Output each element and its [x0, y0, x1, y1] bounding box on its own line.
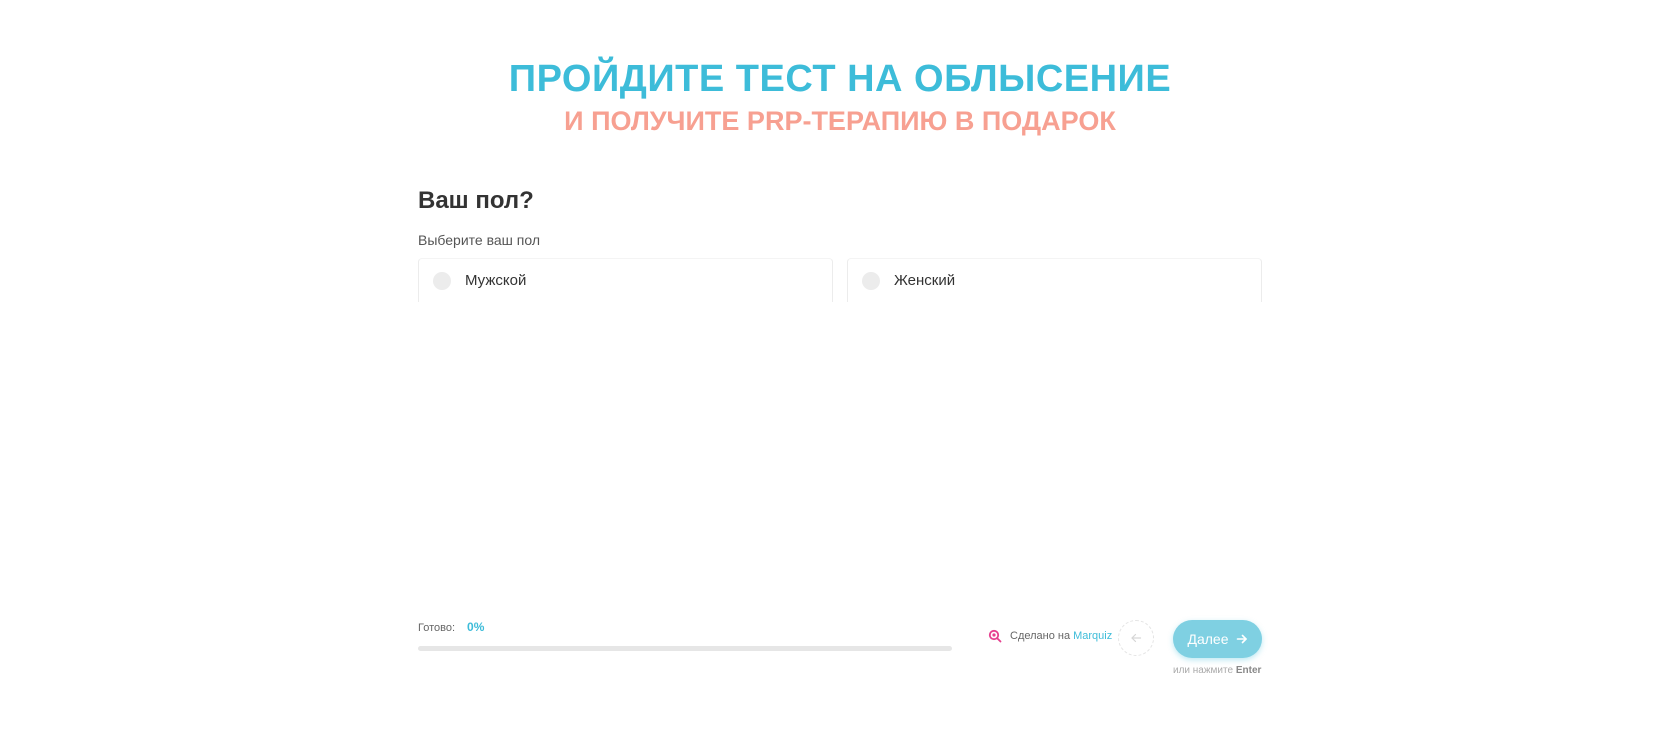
enter-hint-key: Enter: [1235, 665, 1262, 676]
option-label: Женский: [894, 272, 956, 289]
progress-label: Готово:: [418, 622, 456, 634]
brand-link[interactable]: Marquiz: [1073, 630, 1112, 642]
question-title: Ваш пол?: [418, 187, 534, 214]
page-subtitle: И ПОЛУЧИТЕ PRP-ТЕРАПИЮ В ПОДАРОК: [564, 106, 1116, 136]
progress-value: 0%: [467, 620, 485, 634]
back-button[interactable]: [1118, 620, 1154, 656]
radio-button[interactable]: [433, 271, 451, 290]
option-male[interactable]: Мужской: [418, 258, 833, 302]
made-with-text: Сделано на: [1010, 630, 1071, 642]
quiz-footer: Готово: 0% Сделано на Marquiz Далее или …: [418, 620, 1262, 680]
next-button-label: Далее: [1187, 631, 1229, 647]
quiz-header: ПРОЙДИТЕ ТЕСТ НА ОБЛЫСЕНИЕ И ПОЛУЧИТЕ PR…: [0, 55, 1680, 139]
arrow-right-icon: [1236, 634, 1247, 644]
next-button[interactable]: Далее: [1173, 620, 1262, 658]
marquiz-logo-icon: [988, 629, 1002, 643]
answer-options: Мужской Женский: [418, 258, 1262, 302]
progress-bar: [418, 646, 952, 651]
option-female[interactable]: Женский: [847, 258, 1262, 302]
page-title: ПРОЙДИТЕ ТЕСТ НА ОБЛЫСЕНИЕ: [508, 58, 1172, 100]
question-hint: Выберите ваш пол: [418, 232, 541, 248]
option-label: Мужской: [465, 272, 527, 289]
made-with-marquiz[interactable]: Сделано на Marquiz: [988, 629, 1112, 643]
radio-button[interactable]: [862, 271, 880, 290]
enter-hint: или нажмите Enter: [1173, 665, 1262, 676]
enter-hint-prefix: или нажмите: [1173, 665, 1234, 676]
progress-area: Готово: 0%: [418, 620, 952, 651]
quiz-page: ПРОЙДИТЕ ТЕСТ НА ОБЛЫСЕНИЕ И ПОЛУЧИТЕ PR…: [0, 0, 1680, 746]
arrow-left-icon: [1131, 633, 1142, 643]
question-block: Ваш пол? Выберите ваш пол Мужской Женски…: [418, 182, 1262, 302]
